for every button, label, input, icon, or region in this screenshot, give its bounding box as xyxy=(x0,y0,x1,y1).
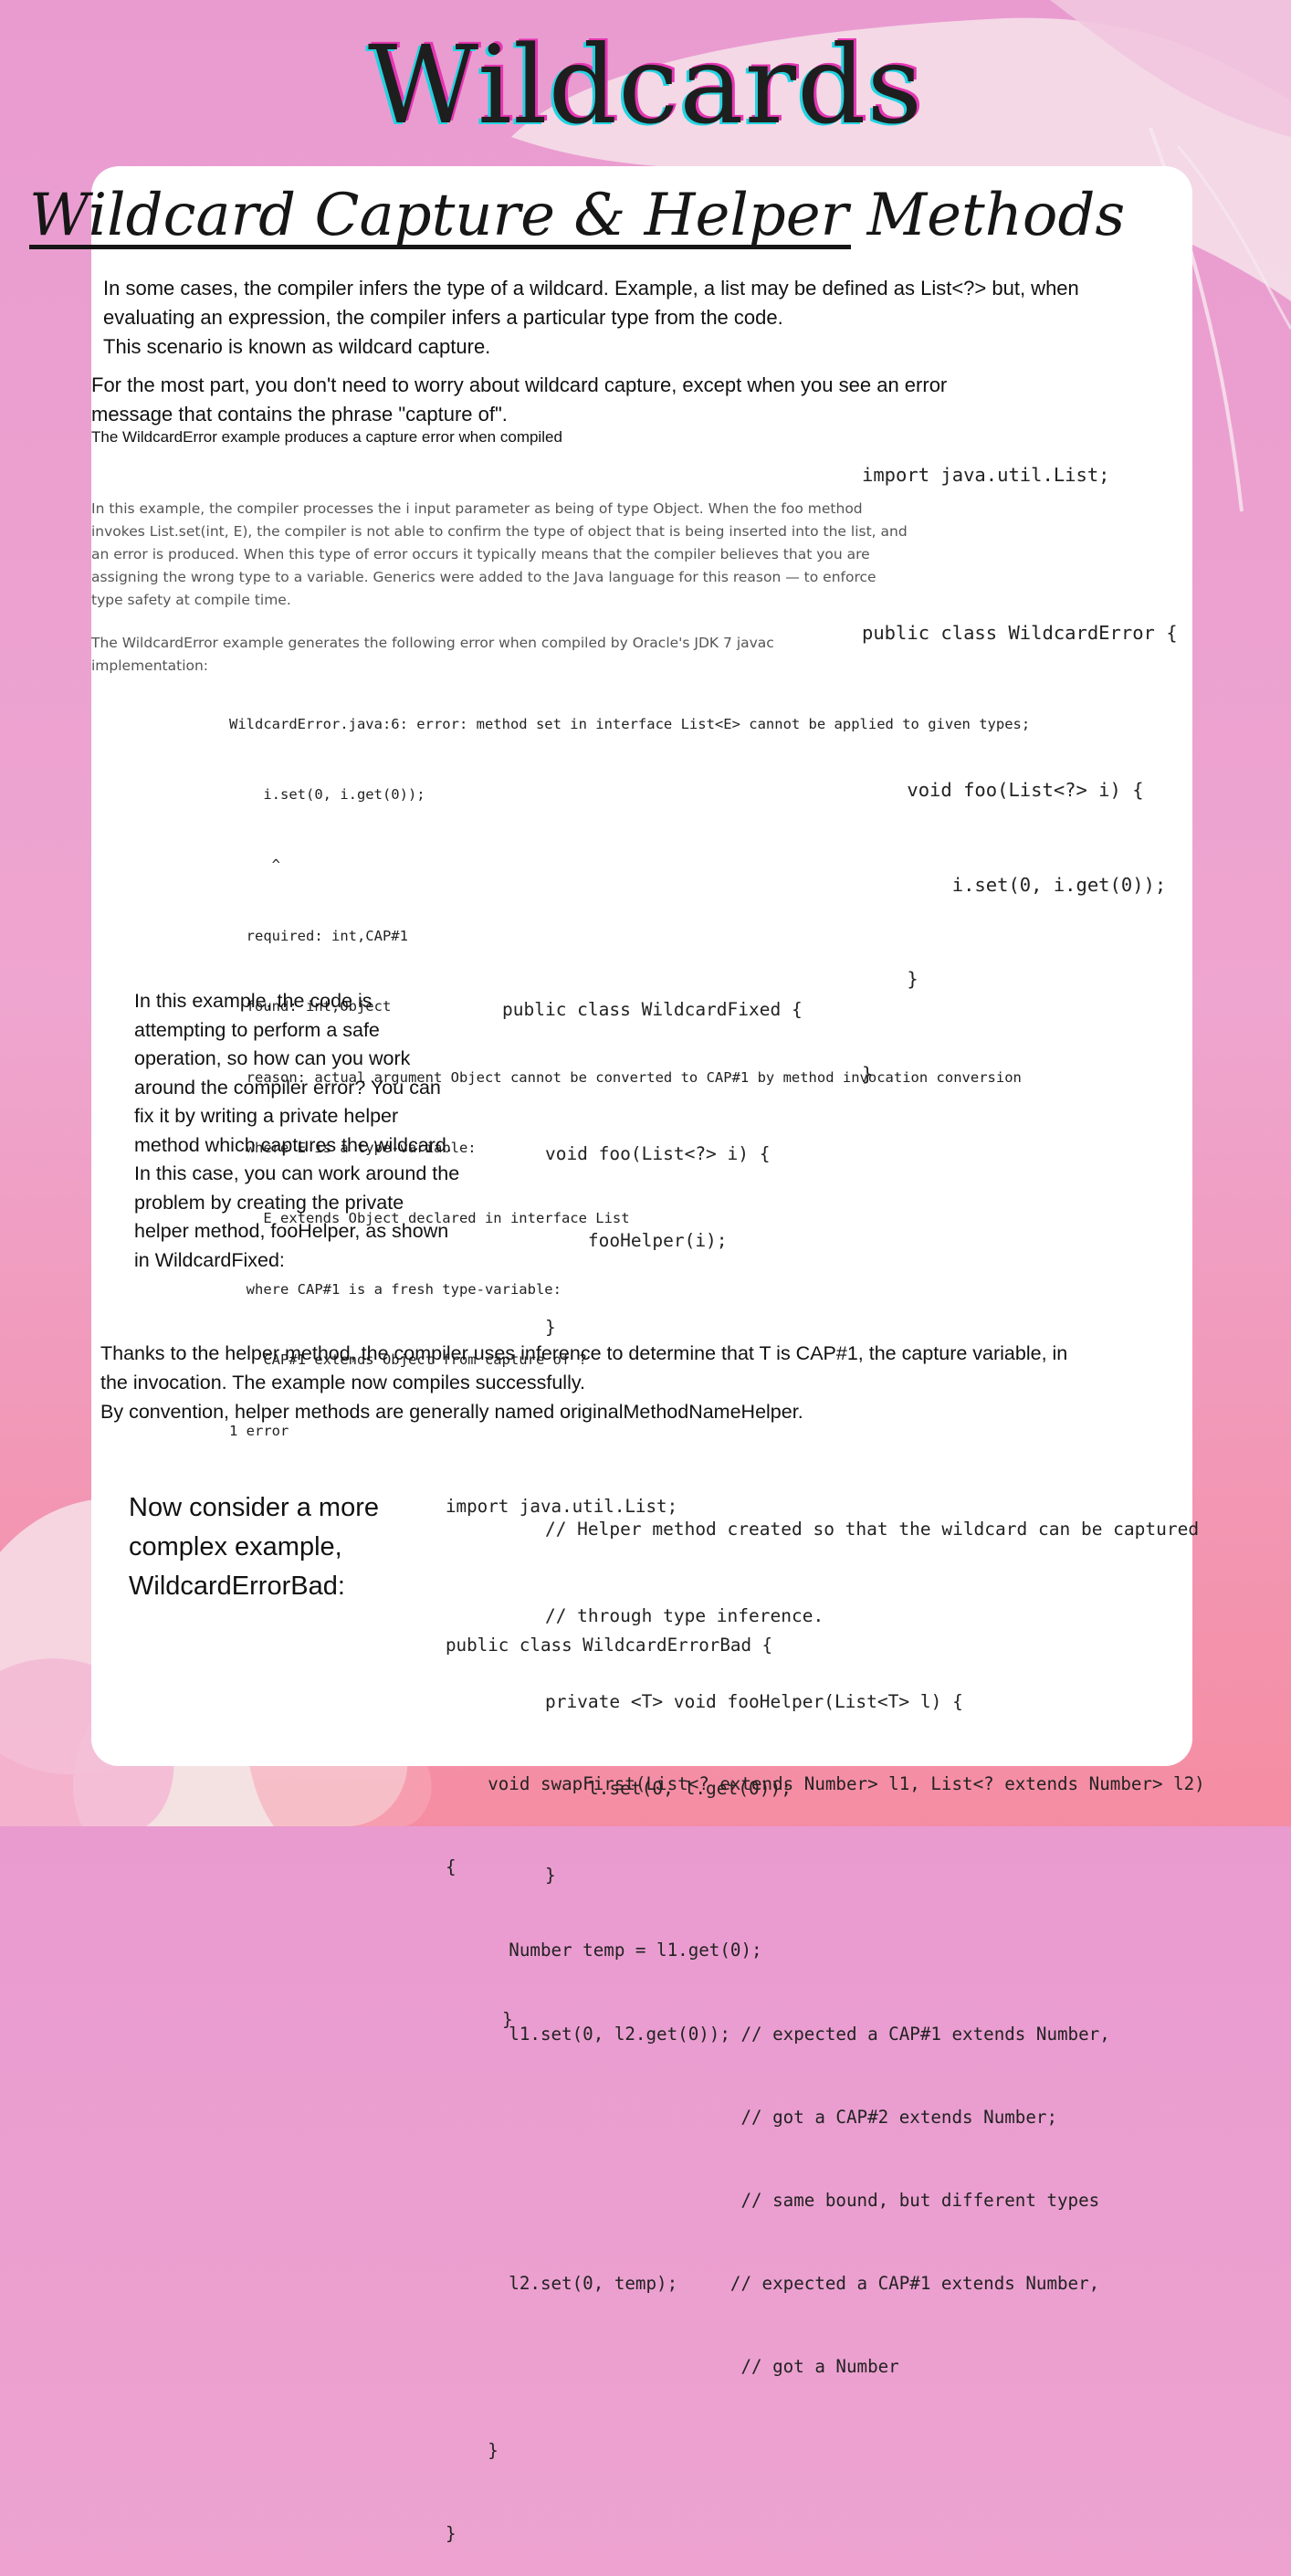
code-wildcard-error-bad: import java.util.List; public class Wild… xyxy=(446,1437,1205,2576)
explanation-line: type safety at compile time. xyxy=(91,592,291,608)
code-line: public class WildcardError { xyxy=(862,621,1178,644)
conclusion-line: By convention, helper methods are genera… xyxy=(100,1401,803,1423)
code-line: import java.util.List; xyxy=(862,464,1110,486)
heading-underline xyxy=(29,245,851,249)
code-line: } xyxy=(446,2439,499,2461)
complex-intro-line: WildcardErrorBad: xyxy=(129,1572,345,1601)
warning-line: message that contains the phrase "captur… xyxy=(91,403,508,426)
fix-explanation-paragraph: In this example, the code is attempting … xyxy=(134,987,459,1275)
code-line: public class WildcardErrorBad { xyxy=(446,1634,773,1656)
code-line: { xyxy=(446,1856,457,1878)
code-line: fooHelper(i); xyxy=(502,1229,728,1251)
fix-line: problem by creating the private xyxy=(134,1191,404,1214)
code-line: l1.set(0, l2.get(0)); // expected a CAP#… xyxy=(446,2023,1110,2045)
code-line: void swapFirst(List<? extends Number> l1… xyxy=(446,1772,1205,1794)
fix-line: fix it by writing a private helper xyxy=(134,1105,399,1127)
code-line: public class WildcardFixed { xyxy=(502,999,803,1021)
warning-line: For the most part, you don't need to wor… xyxy=(91,373,948,396)
conclusion-paragraph: Thanks to the helper method, the compile… xyxy=(100,1339,1067,1426)
code-line: // got a CAP#2 extends Number; xyxy=(446,2106,1058,2128)
output-line: ^ xyxy=(229,857,280,874)
intro-line: This scenario is known as wildcard captu… xyxy=(103,335,491,358)
code-line: } xyxy=(446,2522,457,2544)
code-line: l2.set(0, temp); // expected a CAP#1 ext… xyxy=(446,2273,1100,2295)
explanation-line: In this example, the compiler processes … xyxy=(91,500,863,517)
fix-line: method which captures the wildcard. xyxy=(134,1133,452,1156)
output-line: i.set(0, i.get(0)); xyxy=(229,785,425,803)
explanation-line: assigning the wrong type to a variable. … xyxy=(91,569,876,585)
conclusion-line: the invocation. The example now compiles… xyxy=(100,1372,585,1393)
code-line: // got a Number xyxy=(446,2356,899,2378)
fix-line: helper method, fooHelper, as shown xyxy=(134,1220,449,1242)
fix-line: around the compiler error? You can xyxy=(134,1076,441,1099)
complex-intro-line: complex example, xyxy=(129,1532,342,1561)
fix-line: In this example, the code is xyxy=(134,990,373,1012)
capture-warning-paragraph: For the most part, you don't need to wor… xyxy=(91,371,947,429)
explanation-line: an error is produced. When this type of … xyxy=(91,546,870,563)
fix-line: in WildcardFixed: xyxy=(134,1248,285,1271)
code-line: import java.util.List; xyxy=(446,1495,678,1517)
intro-paragraph: In some cases, the compiler infers the t… xyxy=(103,274,1079,362)
code-line: // same bound, but different types xyxy=(446,2189,1100,2211)
capture-error-note: The WildcardError example produces a cap… xyxy=(91,428,562,446)
intro-line: evaluating an expression, the compiler i… xyxy=(103,306,783,329)
explanation-line: invokes List.set(int, E), the compiler i… xyxy=(91,523,908,540)
explanation-paragraph: In this example, the compiler processes … xyxy=(91,498,908,612)
output-line: WildcardError.java:6: error: method set … xyxy=(229,715,1031,732)
code-line: Number temp = l1.get(0); xyxy=(446,1940,762,1961)
fix-line: In this case, you can work around the xyxy=(134,1162,460,1184)
page-title: Wildcards xyxy=(367,22,924,148)
code-line: void foo(List<?> i) { xyxy=(502,1143,771,1165)
fix-line: attempting to perform a safe xyxy=(134,1018,380,1041)
intro-line: In some cases, the compiler infers the t… xyxy=(103,277,1079,300)
code-line: } xyxy=(502,1316,556,1338)
section-heading: Wildcard Capture & Helper Methods xyxy=(29,182,1126,249)
complex-example-intro: Now consider a more complex example, Wil… xyxy=(129,1488,379,1606)
fix-line: operation, so how can you work xyxy=(134,1047,411,1069)
jdk-note-line: The WildcardError example generates the … xyxy=(91,635,774,651)
complex-intro-line: Now consider a more xyxy=(129,1493,379,1522)
conclusion-line: Thanks to the helper method, the compile… xyxy=(100,1342,1068,1364)
